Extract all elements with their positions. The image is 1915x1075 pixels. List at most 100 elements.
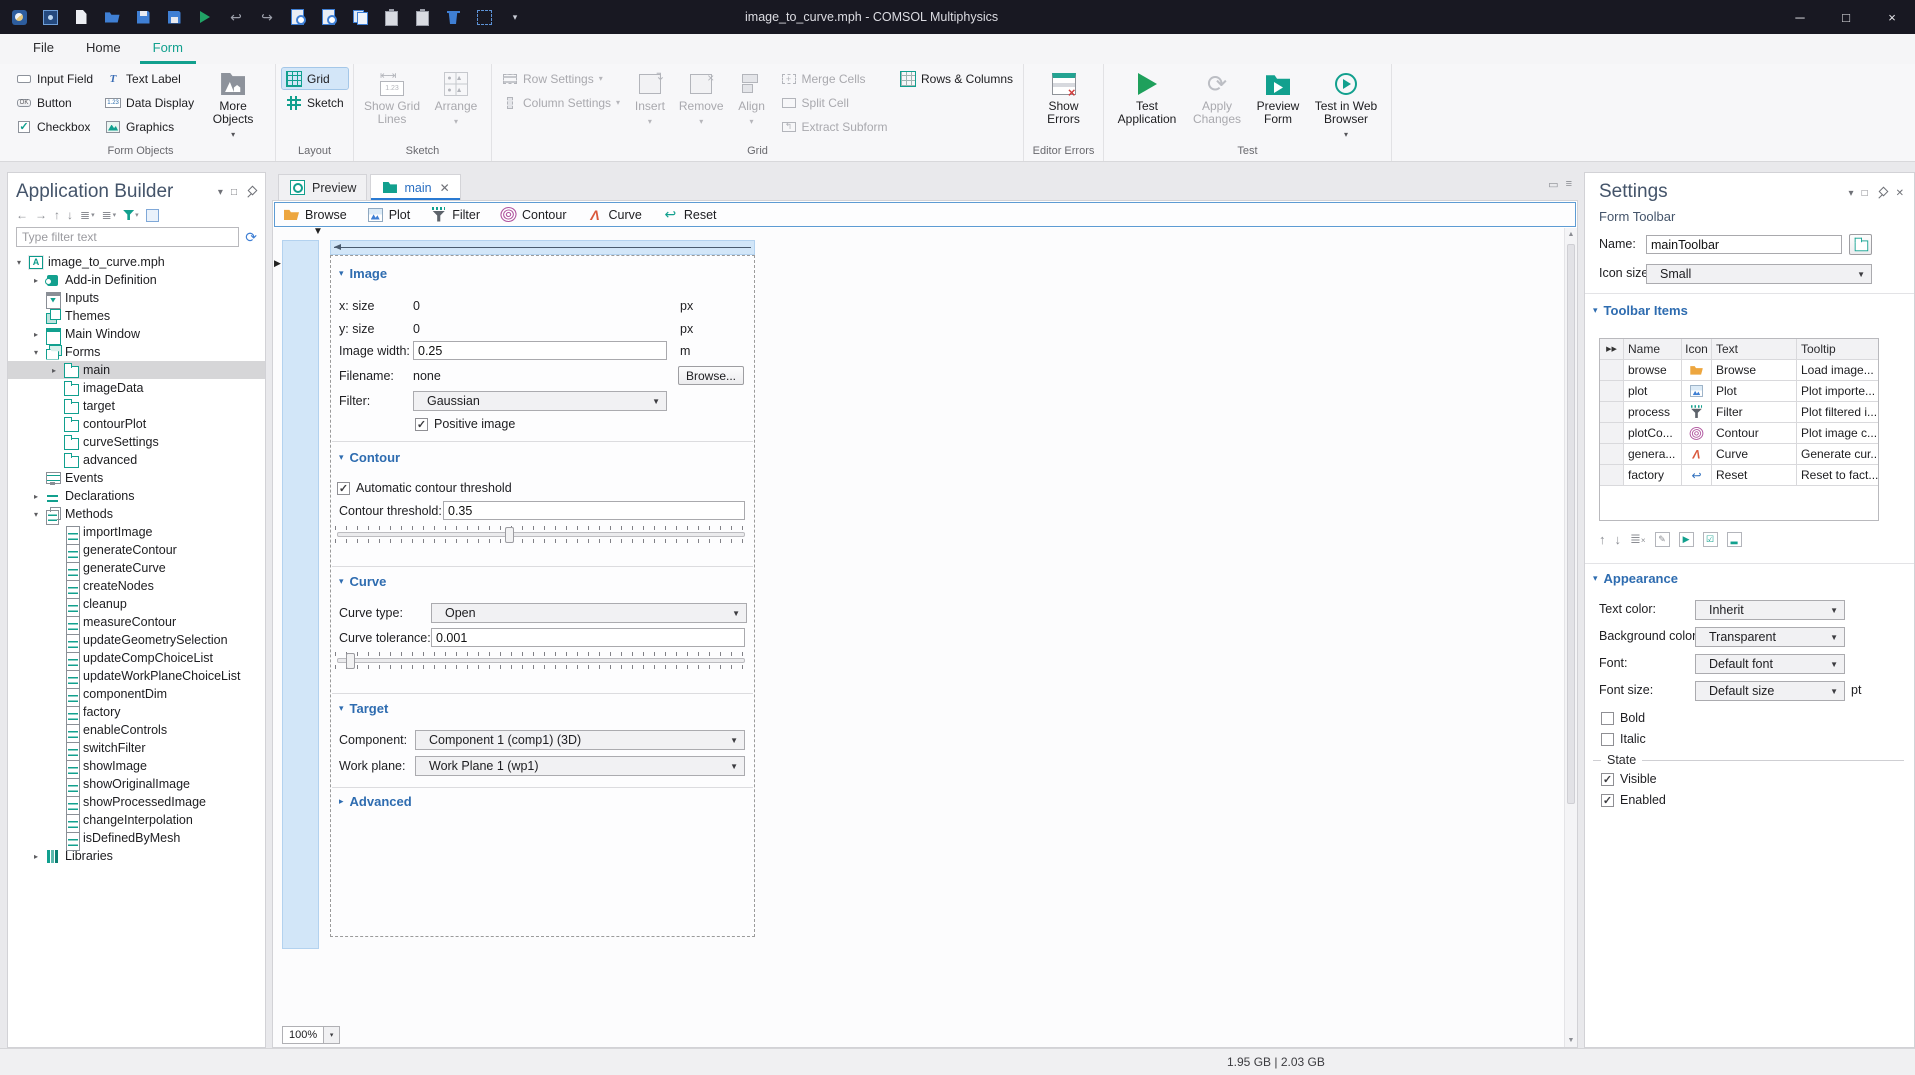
cell-name[interactable]: factory (1624, 465, 1682, 485)
tree-item[interactable]: createNodes (8, 577, 265, 599)
tab-preview[interactable]: Preview (278, 174, 368, 200)
cell-text[interactable]: Curve (1712, 444, 1797, 464)
tree-expander-icon[interactable] (31, 852, 41, 861)
split-cell-button[interactable]: Split Cell (777, 92, 892, 113)
show-grid-lines-button[interactable]: Show Grid Lines (360, 68, 424, 128)
cell-text[interactable]: Reset (1712, 465, 1797, 485)
cell-icon[interactable] (1682, 444, 1712, 464)
slider-groove[interactable] (337, 527, 745, 543)
italic-checkbox[interactable] (1601, 732, 1614, 746)
tree-item[interactable]: advanced (8, 451, 265, 469)
tree-item[interactable]: main (8, 361, 265, 379)
scrollbar-thumb[interactable] (1567, 244, 1575, 804)
curve-type-dropdown[interactable]: Open ▼ (431, 603, 747, 623)
table-row[interactable]: plotCo... Contour Plot image c... (1600, 423, 1878, 444)
table-row[interactable]: process Filter Plot filtered i... (1600, 402, 1878, 423)
slider-thumb[interactable] (346, 653, 356, 669)
tree-item[interactable]: generateCurve (8, 559, 265, 581)
cell-tooltip[interactable]: Generate cur... (1797, 444, 1878, 464)
add-toggle-item-button[interactable]: ☑ (1702, 531, 1718, 547)
ribbon-button[interactable]: Graphics (101, 116, 198, 137)
cell-tooltip[interactable]: Plot filtered i... (1797, 402, 1878, 422)
form-canvas[interactable]: ▼ ▶ ▾ Image x: size 0 px y: size 0 px Ima… (273, 228, 1577, 1047)
row-marker-icon[interactable]: ▶ (274, 258, 281, 269)
cell-tooltip[interactable]: Plot image c... (1797, 423, 1878, 443)
tree-item[interactable]: Inputs (8, 289, 265, 309)
font-size-dropdown[interactable]: Default size ▼ (1695, 681, 1845, 701)
tree-expander-icon[interactable] (31, 276, 41, 285)
background-color-dropdown[interactable]: Transparent ▼ (1695, 627, 1845, 647)
cell-text[interactable]: Browse (1712, 360, 1797, 380)
tree-item[interactable]: contourPlot (8, 415, 265, 433)
tree-item[interactable]: image_to_curve.mph (8, 253, 265, 271)
section-header-contour[interactable]: ▾ Contour (339, 450, 400, 465)
remove-button[interactable]: Remove ▾ (676, 68, 727, 130)
tree-item[interactable]: showProcessedImage (8, 793, 265, 815)
text-color-dropdown[interactable]: Inherit ▼ (1695, 600, 1845, 620)
settings-float-icon[interactable]: □ (1862, 188, 1868, 199)
refresh-icon[interactable]: ⟳ (245, 229, 257, 246)
sketch-mode-button[interactable]: Sketch (282, 92, 348, 113)
quick-access-icon[interactable] (72, 8, 90, 26)
preview-form-button[interactable]: Preview Form (1250, 68, 1306, 128)
close-tab-icon[interactable]: ✕ (440, 181, 450, 195)
collapse-all-icon[interactable]: ≣ ▾ (102, 208, 117, 222)
cell-tooltip[interactable]: Reset to fact... (1797, 465, 1878, 485)
row-handle-cell[interactable] (1600, 381, 1624, 401)
cell-name[interactable]: browse (1624, 360, 1682, 380)
quick-access-icon[interactable] (196, 8, 214, 26)
split-editor-icon[interactable]: ≡ (1566, 178, 1572, 191)
selected-grid-column[interactable] (282, 240, 319, 949)
section-header-advanced[interactable]: ▸ Advanced (339, 794, 412, 809)
cell-icon[interactable] (1682, 360, 1712, 380)
table-row[interactable]: browse Browse Load image... (1600, 360, 1878, 381)
cell-icon[interactable] (1682, 423, 1712, 443)
quick-access-icon[interactable] (444, 8, 462, 26)
tab-main[interactable]: main ✕ (370, 174, 461, 200)
tree-expander-icon[interactable] (31, 510, 41, 519)
delete-button[interactable]: ≣× (1630, 531, 1646, 547)
browse-file-button[interactable]: Browse... (678, 366, 744, 385)
tree-item[interactable]: imageData (8, 379, 265, 397)
tree-expander-icon[interactable] (31, 348, 41, 357)
image-width-field[interactable] (413, 341, 667, 360)
panel-float-icon[interactable]: □ (231, 187, 237, 198)
curve-tolerance-field[interactable] (431, 628, 745, 647)
bold-checkbox[interactable] (1601, 711, 1614, 725)
forward-arrow-icon[interactable]: → (35, 208, 47, 222)
test-application-button[interactable]: Test Application (1110, 68, 1184, 128)
panel-pin-icon[interactable] (245, 186, 257, 198)
row-handle-cell[interactable] (1600, 444, 1624, 464)
move-up-button[interactable]: ↑ (1599, 532, 1606, 547)
move-down-button[interactable]: ↓ (1615, 532, 1622, 547)
selected-grid-row[interactable] (330, 240, 755, 255)
column-marker-icon[interactable]: ▼ (313, 228, 323, 237)
cell-icon[interactable] (1682, 465, 1712, 485)
quick-access-icon[interactable] (506, 8, 524, 26)
form-selection-outline[interactable]: ▾ Image x: size 0 px y: size 0 px Image w… (330, 255, 755, 937)
form-toolbar-button[interactable]: Filter (430, 206, 480, 223)
tree-filter-input[interactable] (16, 227, 240, 247)
arrange-button[interactable]: Arrange ▾ (428, 68, 484, 130)
cell-tooltip[interactable]: Plot importe... (1797, 381, 1878, 401)
insert-button[interactable]: Insert ▾ (628, 68, 672, 130)
apply-changes-button[interactable]: Apply Changes (1188, 68, 1246, 128)
auto-threshold-checkbox[interactable] (337, 481, 350, 495)
tree-view-options-icon[interactable] (145, 208, 159, 222)
slider-thumb[interactable] (504, 527, 514, 543)
tree-item[interactable]: updateGeometrySelection (8, 631, 265, 653)
ribbon-button[interactable]: Data Display (101, 92, 198, 113)
tab-home[interactable]: Home (73, 34, 134, 64)
appearance-section-header[interactable]: ▾ Appearance (1593, 571, 1678, 586)
row-settings-button[interactable]: Row Settings ▾ (498, 68, 624, 89)
tree-item[interactable]: Add-in Definition (8, 271, 265, 289)
tree-item[interactable]: target (8, 397, 265, 415)
tree-item[interactable]: measureContour (8, 613, 265, 635)
scroll-down-icon[interactable]: ▼ (1565, 1034, 1577, 1047)
contour-threshold-slider[interactable] (335, 526, 747, 548)
cell-icon[interactable] (1682, 402, 1712, 422)
ribbon-button[interactable]: Input Field (12, 68, 97, 89)
row-handle-cell[interactable] (1600, 423, 1624, 443)
move-up-icon[interactable]: ↑ (54, 208, 60, 222)
tree-item[interactable]: enableControls (8, 721, 265, 743)
